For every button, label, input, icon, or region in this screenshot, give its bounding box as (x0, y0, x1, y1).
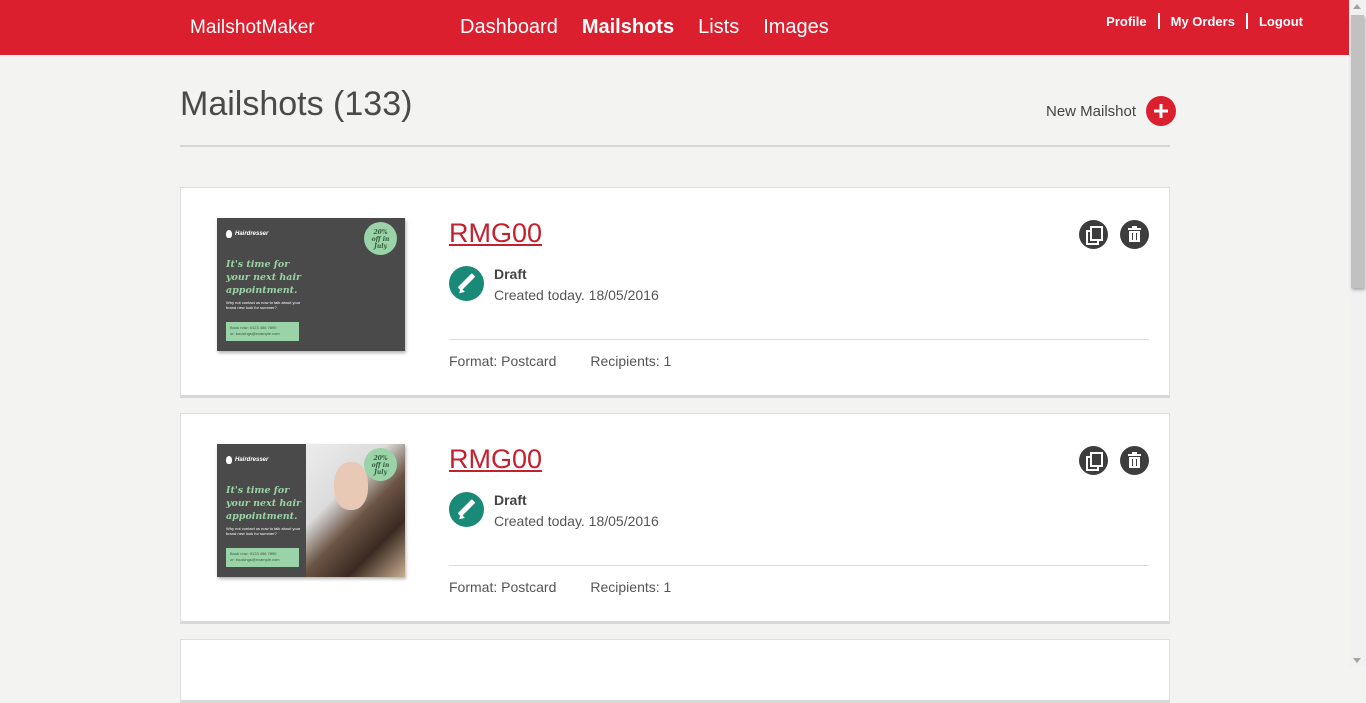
scroll-up-icon[interactable] (1353, 4, 1361, 9)
mailshot-meta: Format: Postcard Recipients: 1 (449, 579, 671, 595)
mailshot-recipients: Recipients: 1 (590, 579, 672, 595)
mailshot-status: Draft (494, 492, 527, 508)
main-nav: Dashboard Mailshots Lists Images (460, 16, 829, 39)
mailshot-meta: Format: Postcard Recipients: 1 (449, 353, 671, 369)
mailshot-card: Hairdresser 20% off in July It's time fo… (180, 413, 1170, 624)
mailshot-recipients: Recipients: 1 (590, 353, 672, 369)
scrollbar-thumb[interactable] (1351, 15, 1364, 288)
thumb-body: Why not contact us now to talk about you… (226, 526, 301, 536)
new-mailshot-button[interactable]: New Mailshot (1046, 96, 1177, 126)
mailshot-thumbnail[interactable]: Hairdresser 20% off in July It's time fo… (217, 444, 405, 577)
thumb-cta: Book now: 0123 456 7890 or: bookings@exa… (226, 548, 299, 567)
nav-divider (1245, 13, 1248, 29)
thumb-discount-badge: 20% off in July (364, 222, 397, 255)
top-nav-bar: MailshotMaker Dashboard Mailshots Lists … (0, 0, 1349, 55)
cta-line: or: bookings@example.com (230, 331, 280, 336)
badge-line: 20% (373, 455, 388, 462)
mailshot-created: Created today. 18/05/2016 (494, 513, 659, 529)
nav-mailshots[interactable]: Mailshots (582, 16, 674, 39)
nav-dashboard[interactable]: Dashboard (460, 16, 558, 39)
scroll-down-icon[interactable] (1353, 658, 1361, 663)
cta-line: or: bookings@example.com (230, 557, 280, 562)
meta-divider (449, 565, 1149, 566)
mailshot-thumbnail[interactable]: Hairdresser 20% off in July It's time fo… (217, 218, 405, 351)
thumb-discount-badge: 20% off in July (364, 448, 397, 481)
trash-icon[interactable] (1120, 446, 1149, 475)
mailshot-format: Format: Postcard (449, 579, 557, 595)
thumb-brand: Hairdresser (235, 231, 269, 237)
page-title: Mailshots (133) (180, 85, 413, 123)
badge-line: 20% (373, 229, 388, 236)
hairdresser-logo-icon (226, 230, 232, 238)
brand-logo[interactable]: MailshotMaker (190, 17, 315, 39)
nav-divider (1157, 13, 1160, 29)
mailshot-card: Hairdresser 20% off in July It's time fo… (180, 187, 1170, 398)
thumb-headline: It's time for your next hair appointment… (226, 485, 302, 522)
badge-line: off in (371, 462, 390, 469)
new-mailshot-label: New Mailshot (1046, 102, 1137, 120)
nav-lists[interactable]: Lists (698, 16, 739, 39)
badge-line: July (374, 243, 387, 250)
copy-icon[interactable] (1079, 446, 1108, 475)
mailshot-card (180, 639, 1170, 703)
thumb-brand: Hairdresser (235, 457, 269, 463)
thumb-body: Why not contact us now to talk about you… (226, 300, 301, 310)
hairdresser-logo-icon (226, 456, 232, 464)
page-scrollbar[interactable] (1349, 0, 1366, 667)
user-nav: Profile My Orders Logout (1106, 13, 1303, 29)
mailshot-status: Draft (494, 266, 527, 282)
meta-divider (449, 339, 1149, 340)
plus-icon[interactable] (1146, 96, 1177, 126)
mailshot-name-link[interactable]: RMG00 (449, 218, 542, 249)
badge-line: July (374, 469, 387, 476)
pencil-icon (449, 492, 484, 527)
mailshot-name-link[interactable]: RMG00 (449, 444, 542, 475)
trash-icon[interactable] (1120, 220, 1149, 249)
logout-link[interactable]: Logout (1259, 14, 1303, 29)
thumb-cta: Book now: 0123 456 7890 or: bookings@exa… (226, 322, 299, 341)
badge-line: off in (371, 236, 390, 243)
nav-images[interactable]: Images (763, 16, 829, 39)
profile-link[interactable]: Profile (1106, 14, 1146, 29)
mailshot-format: Format: Postcard (449, 353, 557, 369)
mailshot-created: Created today. 18/05/2016 (494, 287, 659, 303)
pencil-icon (449, 266, 484, 301)
copy-icon[interactable] (1079, 220, 1108, 249)
my-orders-link[interactable]: My Orders (1171, 14, 1235, 29)
thumb-headline: It's time for your next hair appointment… (226, 259, 302, 296)
title-divider (180, 145, 1170, 147)
